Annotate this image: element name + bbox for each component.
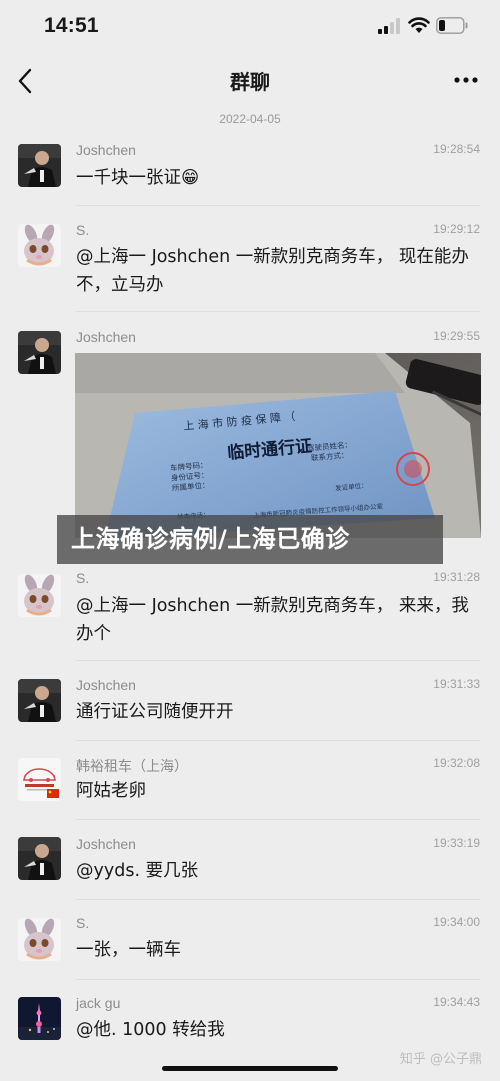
message-text: @yyds. 要几张 (76, 861, 199, 881)
wifi-icon (408, 17, 430, 33)
more-options-icon[interactable] (454, 74, 478, 86)
date-separator: 2022-04-05 (219, 112, 281, 126)
avatar-jack-gu[interactable] (18, 997, 61, 1040)
message-time: 19:31:33 (433, 677, 480, 691)
divider (76, 819, 480, 820)
sender-name: Joshchen (76, 677, 136, 693)
avatar-joshchen[interactable] (18, 331, 61, 374)
message-text: @上海一 Joshchen 一新款别克商务车， 来来，我办个 (76, 596, 469, 644)
avatar-s[interactable] (18, 574, 61, 617)
cellular-signal-icon (378, 18, 400, 34)
avatar-joshchen[interactable] (18, 837, 61, 880)
avatar-s[interactable] (18, 224, 61, 267)
group-chat-title: 群聊 (230, 70, 270, 94)
avatar-joshchen[interactable] (18, 679, 61, 722)
battery-icon (436, 17, 468, 34)
sender-name: jack gu (76, 995, 121, 1011)
message-text: 一千块一张证😁 (76, 168, 200, 188)
chat-header: 群聊 (0, 56, 500, 106)
sender-name: Joshchen (76, 836, 136, 852)
message-text: @他. 1000 转给我 (76, 1020, 225, 1040)
sender-name: S. (76, 222, 90, 238)
divider (76, 205, 480, 206)
message-time: 19:32:08 (433, 756, 480, 770)
flag-badge-icon (47, 789, 59, 798)
divider (76, 311, 480, 312)
message-text: @上海一 Joshchen 一新款别克商务车， 现在能办不，立马办 (76, 247, 469, 295)
home-indicator[interactable] (162, 1066, 338, 1071)
status-bar: 14:51 (0, 0, 500, 56)
avatar-s[interactable] (18, 918, 61, 961)
sender-name: Joshchen (76, 142, 136, 158)
divider (76, 899, 480, 900)
message-time: 19:29:55 (433, 329, 480, 343)
avatar-joshchen[interactable] (18, 144, 61, 187)
divider (76, 979, 480, 980)
watermark: 知乎 @公子鼎 (399, 1052, 482, 1067)
status-time: 14:51 (44, 14, 99, 37)
divider (76, 740, 480, 741)
red-stamp-icon (396, 452, 430, 486)
sender-name: S. (76, 915, 90, 931)
sender-name: 韩裕租车（上海） (76, 758, 188, 774)
overlay-caption: 上海确诊病例/上海已确诊 (57, 515, 443, 564)
message-text: 通行证公司随便开开 (76, 702, 234, 722)
message-time: 19:34:00 (433, 915, 480, 929)
message-time: 19:28:54 (433, 142, 480, 156)
sender-name: Joshchen (76, 329, 136, 345)
message-text: 一张，一辆车 (76, 940, 181, 960)
message-time: 19:33:19 (433, 836, 480, 850)
sender-name: S. (76, 570, 90, 586)
message-time: 19:29:12 (433, 222, 480, 236)
divider (76, 660, 480, 661)
message-time: 19:31:28 (433, 570, 480, 584)
image-message-pass-photo[interactable]: 上 海 市 防 疫 保 障 （ 临时通行证 车牌号码： 身份证号： 所属单位： … (75, 353, 481, 538)
message-text: 阿姑老卵 (76, 781, 146, 801)
message-time: 19:34:43 (433, 995, 480, 1009)
